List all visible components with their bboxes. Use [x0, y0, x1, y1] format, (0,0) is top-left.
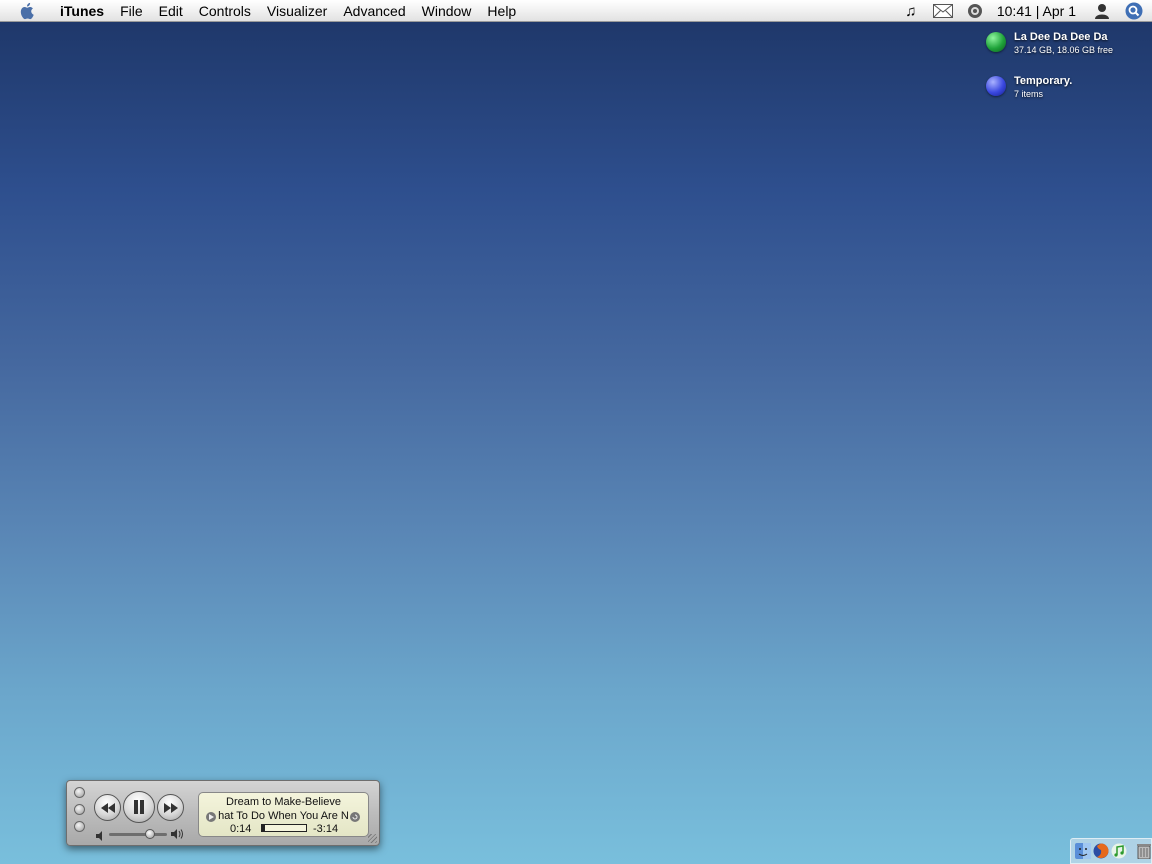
menu-visualizer[interactable]: Visualizer [259, 0, 335, 22]
menu-advanced[interactable]: Advanced [335, 0, 413, 22]
fast-forward-icon [163, 802, 178, 813]
menu-window[interactable]: Window [414, 0, 480, 22]
menu-controls[interactable]: Controls [191, 0, 259, 22]
previous-track-button[interactable] [94, 794, 121, 821]
mail-icon[interactable] [932, 2, 953, 20]
music-note-icon[interactable]: ♫ [901, 2, 921, 20]
menu-app-name[interactable]: iTunes [52, 0, 112, 22]
itunes-icon[interactable] [1111, 842, 1127, 860]
volume-name: La Dee Da Dee Da [1014, 31, 1108, 43]
pause-icon [134, 800, 144, 814]
volume-detail: 37.14 GB, 18.06 GB free [1014, 45, 1114, 55]
folder-icon [986, 76, 1006, 96]
menu-edit[interactable]: Edit [151, 0, 191, 22]
snapback-icon[interactable] [350, 812, 360, 822]
resize-handle[interactable] [368, 834, 377, 843]
desktop-volume-1[interactable]: La Dee Da Dee Da 37.14 GB, 18.06 GB free [986, 30, 1113, 57]
disk-icon [986, 32, 1006, 52]
menu-clock[interactable]: 10:41 | Apr 1 [997, 3, 1076, 19]
track-title: Dream to Make-Believe [226, 796, 341, 808]
user-icon[interactable] [1092, 2, 1112, 20]
volume-slider[interactable] [109, 829, 167, 839]
volume-name: Temporary. [1014, 75, 1073, 87]
volume-label: La Dee Da Dee Da 37.14 GB, 18.06 GB free [1014, 30, 1113, 57]
firefox-icon[interactable] [1093, 842, 1109, 860]
rewind-icon [100, 802, 115, 813]
volume-min-icon [96, 828, 106, 846]
menu-extras: ♫ 10:41 | Apr 1 [895, 0, 1152, 22]
elapsed-time: 0:14 [230, 823, 252, 835]
volume-slider-knob[interactable] [144, 829, 155, 839]
desktop-volume-2[interactable]: Temporary. 7 items [986, 74, 1072, 101]
now-playing-display[interactable]: Dream to Make-Believe hat To Do When You… [198, 792, 369, 837]
finder-icon[interactable] [1075, 842, 1091, 860]
itunes-mini-player: Dream to Make-Believe hat To Do When You… [66, 780, 380, 846]
menu-file[interactable]: File [112, 0, 151, 22]
progress-bar[interactable] [261, 824, 307, 832]
apple-menu-icon[interactable] [18, 2, 38, 20]
close-button[interactable] [74, 787, 85, 798]
volume-max-icon [171, 827, 185, 845]
dock [1070, 838, 1152, 864]
menu-help[interactable]: Help [479, 0, 524, 22]
zoom-button[interactable] [74, 821, 85, 832]
volume-detail: 7 items [1014, 89, 1044, 99]
play-indicator-icon [206, 812, 216, 822]
pause-button[interactable] [123, 791, 155, 823]
network-icon[interactable] [965, 2, 985, 20]
remaining-time[interactable]: -3:14 [313, 823, 338, 835]
menu-bar: iTunes File Edit Controls Visualizer Adv… [0, 0, 1152, 22]
next-track-button[interactable] [157, 794, 184, 821]
minimize-button[interactable] [74, 804, 85, 815]
track-artist-album: hat To Do When You Are N [218, 810, 349, 822]
spotlight-icon[interactable] [1124, 2, 1144, 20]
volume-label: Temporary. 7 items [1014, 74, 1072, 101]
trash-icon[interactable] [1137, 842, 1151, 860]
progress-fill [262, 825, 266, 831]
